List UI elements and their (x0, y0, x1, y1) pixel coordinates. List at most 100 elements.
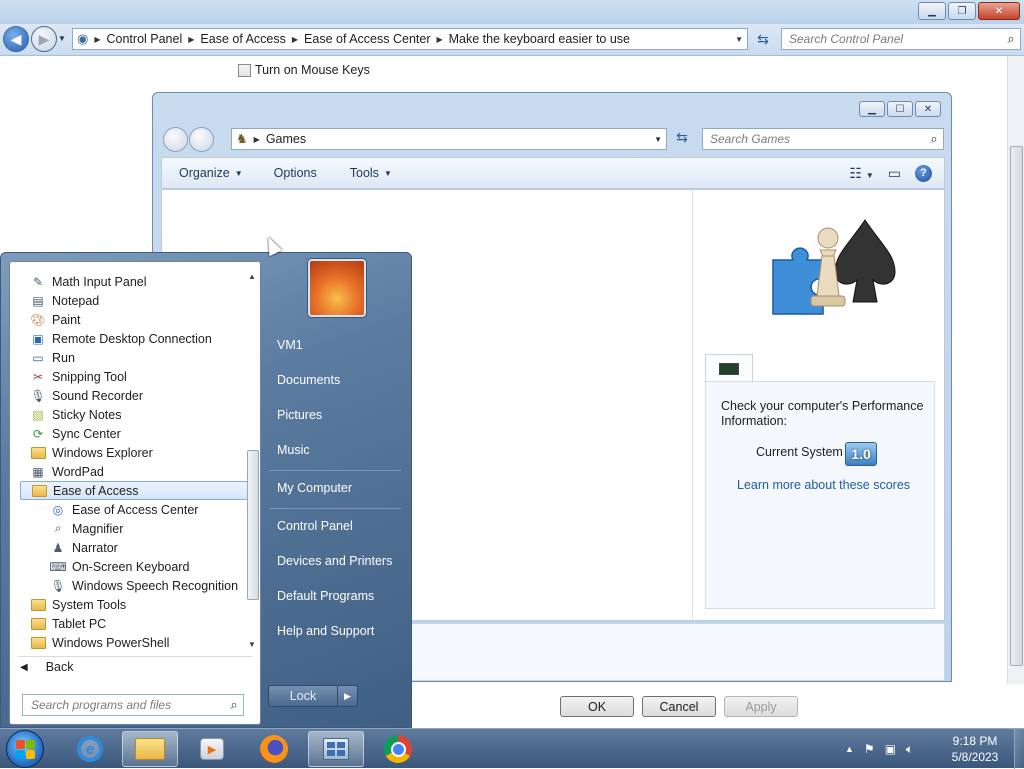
user-avatar[interactable] (308, 259, 366, 317)
program-item[interactable]: ✎ Math Input Panel (30, 272, 147, 291)
address-bar[interactable]: ◉ ▶ Control Panel ▶ Ease of Access ▶ Ease … (72, 28, 748, 50)
program-item[interactable]: ▤ Notepad (30, 291, 99, 310)
apply-button[interactable]: Apply (724, 696, 798, 717)
firefox-taskbar-button[interactable] (246, 731, 302, 767)
run-icon: ▭ (32, 350, 44, 365)
chrome-taskbar-button[interactable] (370, 731, 426, 767)
program-item[interactable]: ✂ Snipping Tool (30, 367, 127, 386)
mouse-keys-option[interactable]: Turn on Mouse Keys (238, 63, 370, 77)
view-options-icon[interactable]: ☷ ▼ (849, 165, 873, 182)
program-item[interactable]: Ease of Access (20, 481, 252, 500)
programs-scrollbar[interactable]: ▲ ▼ (246, 270, 260, 654)
network-icon[interactable]: ▣ (885, 742, 896, 756)
forward-arrow-icon[interactable]: ▶ (31, 26, 57, 52)
pictures-link[interactable]: Pictures (269, 400, 405, 430)
program-item[interactable]: Windows PowerShell (30, 633, 169, 652)
program-item[interactable]: ▦ WordPad (30, 462, 104, 481)
back-arrow-icon[interactable] (163, 127, 188, 152)
program-item[interactable]: 🎨︎ Paint (30, 310, 80, 329)
volume-icon[interactable]: 🔈︎ (906, 742, 913, 757)
performance-panel: Check your computer's Performance Inform… (705, 381, 935, 609)
program-item[interactable]: Tablet PC (30, 614, 106, 633)
program-item[interactable]: ▧ Sticky Notes (30, 405, 121, 424)
recent-pages-dropdown-icon[interactable]: ▼ (58, 34, 66, 43)
folder-icon (30, 635, 46, 651)
mouse-keys-checkbox[interactable] (238, 63, 251, 77)
music-link[interactable]: Music (269, 435, 405, 465)
user-folder-link[interactable]: VM1 (269, 330, 405, 360)
games-search-input[interactable]: Search Games ⌕ (702, 128, 944, 150)
internet-explorer-taskbar-button[interactable]: e (62, 731, 118, 767)
search-icon[interactable]: ⌕ (225, 697, 243, 713)
media-player-taskbar-button[interactable]: ▶ (184, 731, 240, 767)
program-item[interactable]: 🎙︎ Windows Speech Recognition (50, 576, 238, 595)
program-item[interactable]: Windows Explorer (30, 443, 153, 462)
ok-button[interactable]: OK (560, 696, 634, 717)
lock-button[interactable]: Lock ▶ (268, 685, 358, 707)
start-search-input[interactable]: Search programs and files ⌕ (22, 694, 244, 716)
performance-tab[interactable] (705, 354, 753, 382)
maximize-button[interactable]: ☐ (887, 101, 913, 117)
program-item[interactable]: 🎙︎ Sound Recorder (30, 386, 143, 405)
vertical-scrollbar[interactable] (1007, 56, 1024, 684)
documents-link[interactable]: Documents (269, 365, 405, 395)
options-button[interactable]: Options (252, 166, 326, 180)
games-address-bar[interactable]: ♞ ▶ Games ▼ (231, 128, 667, 150)
back-button[interactable]: ◀ Back (20, 660, 74, 674)
action-center-flag-icon[interactable]: ⚑ (864, 742, 875, 756)
control-panel-link[interactable]: Control Panel (269, 511, 405, 541)
search-icon[interactable]: ⌕ (925, 131, 943, 147)
restore-button[interactable]: ❐ (948, 2, 976, 20)
my-computer-link[interactable]: My Computer (269, 473, 405, 503)
forward-arrow-icon[interactable] (189, 127, 214, 152)
breadcrumb-ease-of-access-center[interactable]: Ease of Access Center ▶ (304, 32, 443, 46)
help-icon[interactable]: ? (915, 164, 932, 182)
program-item[interactable]: System Tools (30, 595, 126, 614)
minimize-button[interactable]: ▁ (859, 101, 885, 117)
close-button[interactable]: ✕ (915, 101, 941, 117)
program-item[interactable]: ⌨ On-Screen Keyboard (49, 557, 189, 576)
tools-menu[interactable]: Tools ▼ (326, 166, 401, 180)
address-dropdown-icon[interactable]: ▼ (735, 35, 747, 44)
close-button[interactable]: ✕ (978, 2, 1020, 20)
games-folder-icon: ♞ (236, 131, 248, 146)
refresh-icon[interactable]: ⇆ (671, 129, 693, 149)
program-item[interactable]: ⟳ Sync Center (30, 424, 121, 443)
preview-pane-icon[interactable]: ▭ (888, 165, 901, 182)
refresh-icon[interactable]: ⇆ (752, 29, 774, 49)
folder-icon (30, 445, 46, 461)
devices-and-printers-link[interactable]: Devices and Printers (269, 546, 405, 576)
program-item[interactable]: ▣ Remote Desktop Connection (30, 329, 211, 348)
program-item[interactable]: ▭ Run (30, 348, 75, 367)
start-menu-left-pane: ✎ Math Input Panel ▤ Notepad 🎨︎ Paint ▣ Remote … (9, 261, 261, 725)
default-programs-link[interactable]: Default Programs (269, 581, 405, 611)
breadcrumb-control-panel[interactable]: Control Panel ▶ (107, 32, 195, 46)
minimize-button[interactable]: ▁ (918, 2, 946, 20)
breadcrumb-ease-of-access[interactable]: Ease of Access ▶ (200, 32, 298, 46)
clock-time: 9:18 PM (952, 734, 998, 748)
learn-more-link[interactable]: Learn more about these scores (737, 478, 910, 492)
windows-explorer-taskbar-button[interactable] (122, 731, 178, 767)
control-panel-search-input[interactable]: Search Control Panel ⌕ (781, 28, 1021, 50)
scroll-down-icon[interactable]: ▼ (248, 640, 256, 649)
breadcrumb-keyboard[interactable]: Make the keyboard easier to use (449, 32, 630, 46)
show-hidden-icons-icon[interactable]: ▲ (845, 744, 854, 754)
back-arrow-icon[interactable]: ◀ (3, 26, 29, 52)
breadcrumb-games[interactable]: Games (266, 132, 306, 146)
scrollbar-thumb[interactable] (247, 450, 259, 600)
games-taskbar-button[interactable] (308, 731, 364, 767)
start-button[interactable] (6, 730, 44, 768)
shutdown-options-arrow-icon[interactable]: ▶ (337, 686, 357, 706)
program-item[interactable]: ⌕ Magnifier (50, 519, 124, 538)
scroll-up-icon[interactable]: ▲ (248, 272, 256, 281)
help-and-support-link[interactable]: Help and Support (269, 616, 405, 646)
scrollbar-thumb[interactable] (1010, 146, 1023, 666)
clock[interactable]: 9:18 PM 5/8/2023 (940, 733, 1010, 765)
program-item[interactable]: ♟ Narrator (50, 538, 118, 557)
organize-menu[interactable]: Organize ▼ (162, 166, 252, 180)
program-item[interactable]: ◎ Ease of Access Center (50, 500, 199, 519)
address-dropdown-icon[interactable]: ▼ (654, 135, 666, 144)
show-desktop-button[interactable] (1014, 729, 1024, 769)
search-icon[interactable]: ⌕ (1002, 31, 1020, 47)
cancel-button[interactable]: Cancel (642, 696, 716, 717)
